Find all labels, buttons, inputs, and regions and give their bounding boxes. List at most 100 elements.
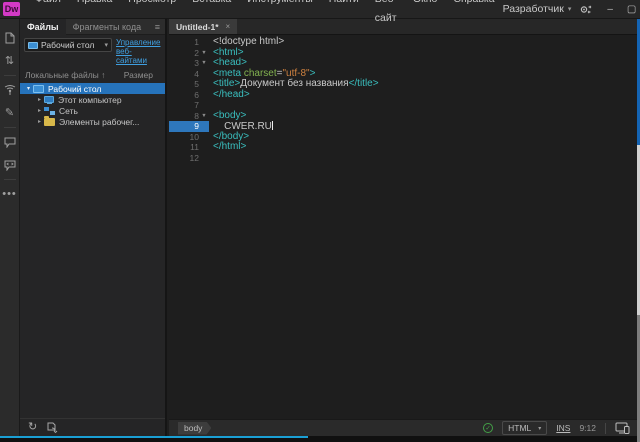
dreamweaver-window: Dw ФайлПравкаПросмотрВставкаИнструментыН… [0,0,640,442]
code-text: </html> [209,142,246,153]
line-gutter: 4 [169,69,209,80]
menu-bar: Dw ФайлПравкаПросмотрВставкаИнструментыН… [0,0,640,19]
line-gutter: 9 [169,121,209,132]
connect-to-server-icon[interactable] [46,422,58,433]
cursor-position: 9:12 [579,423,596,433]
dreamweaver-logo: Dw [3,2,20,16]
open-documents-icon[interactable] [5,32,15,44]
files-panel-bottom-toolbar: ↻ [20,418,165,436]
line-number: 5 [169,79,199,90]
menu-item-6[interactable]: Найти [321,0,367,28]
code-text: <body> [209,111,246,122]
site-selector-dropdown[interactable]: Рабочий стол ▾ [24,38,112,52]
tag-selector[interactable]: body [178,422,211,435]
code-line[interactable]: 6</head> [169,90,637,101]
manage-sites-link[interactable]: Управление веб-сайтами [116,38,161,65]
chevron-right-icon[interactable]: ▸ [35,107,44,114]
tree-item[interactable]: ▸ Этот компьютер [20,94,165,105]
chevron-down-icon: ▾ [104,41,108,49]
live-broadcast-icon[interactable] [4,84,16,96]
workspace-switcher[interactable]: Разработчик ▾ [503,3,572,15]
line-number: 7 [169,100,199,111]
chevron-down-icon: ▾ [538,425,541,432]
comment-icon[interactable] [4,136,16,148]
text-caret [272,121,273,130]
code-line[interactable]: 11</html> [169,142,637,153]
tree-item[interactable]: ▸Сеть [20,105,165,116]
code-editor: Untitled-1* × 1<!doctype html>2▼<html>3▼… [169,19,637,419]
line-gutter: 11 [169,142,209,153]
left-toolbar: ⇅ ✎ ••• [0,19,20,436]
fold-spacer [199,153,209,164]
status-bar-right: ✓ HTML ▾ INS 9:12 [483,421,637,435]
tree-item-label: Рабочий стол [48,84,101,94]
menu-item-2[interactable]: Правка [69,0,120,28]
line-number: 3 [169,58,199,69]
tree-item-label: Этот компьютер [58,95,122,105]
line-gutter: 2▼ [169,48,209,59]
menu-item-8[interactable]: Окно [405,0,445,28]
fold-arrow-icon[interactable]: ▼ [199,58,209,69]
column-size[interactable]: Размер [124,70,159,80]
line-number: 8 [169,111,199,122]
tree-item[interactable]: ▾ Рабочий стол [20,83,165,94]
folder-icon [44,118,55,126]
sync-settings-icon[interactable] [579,4,592,15]
files-panel-toolbar: Рабочий стол ▾ Управление веб-сайтами [20,35,165,67]
doc-type-value: HTML [508,423,531,433]
fold-spacer [199,79,209,90]
line-number: 6 [169,90,199,101]
fold-spacer [199,121,209,132]
column-local-files[interactable]: Локальные файлы ↑ [25,70,105,80]
status-bar: body ✓ HTML ▾ INS 9:12 [169,419,637,436]
refresh-icon[interactable]: ↻ [28,422,37,433]
line-gutter: 7 [169,100,209,111]
menubar-right: Разработчик ▾ – ▢ × [503,0,640,19]
computer-icon [44,96,54,103]
status-divider [605,423,606,434]
line-gutter: 1 [169,37,209,48]
code-text [209,153,213,164]
menu-item-4[interactable]: Вставка [184,0,239,28]
fold-arrow-icon[interactable]: ▼ [199,48,209,59]
menu-item-7[interactable]: Веб-сайт [367,0,405,28]
files-column-headers: Локальные файлы ↑ Размер [20,67,165,82]
insert-mode-indicator[interactable]: INS [556,423,570,433]
chevron-right-icon[interactable]: ▸ [35,96,44,103]
toolbar-divider [4,179,16,180]
fold-spacer [199,37,209,48]
tree-item[interactable]: ▸ Элементы рабочег... [20,116,165,127]
menu-item-5[interactable]: Инструменты [239,0,320,28]
file-management-icon[interactable]: ⇅ [5,55,14,67]
line-number: 9 [169,121,199,132]
files-panel: Файлы Фрагменты кода ≡ Рабочий стол ▾ Уп… [20,19,167,436]
line-number: 10 [169,132,199,143]
desktop-icon [28,42,38,49]
menu-item-1[interactable]: Файл [27,0,69,28]
edit-pencil-icon[interactable]: ✎ [5,107,14,119]
network-icon [44,107,55,115]
chevron-right-icon[interactable]: ▸ [35,118,44,125]
line-number: 2 [169,48,199,59]
line-gutter: 3▼ [169,58,209,69]
code-lines[interactable]: 1<!doctype html>2▼<html>3▼<head>4<meta c… [169,35,637,163]
site-selector-value: Рабочий стол [41,40,101,50]
toolbar-divider [4,127,16,128]
minimize-button[interactable]: – [600,0,620,19]
desktop-icon [33,85,44,93]
sort-up-icon: ↑ [101,70,105,80]
line-gutter: 8▼ [169,111,209,122]
doc-type-dropdown[interactable]: HTML ▾ [502,421,547,435]
maximize-button[interactable]: ▢ [620,0,640,19]
menu-item-3[interactable]: Просмотр [120,0,184,28]
tree-item-label: Элементы рабочег... [59,117,139,127]
code-line[interactable]: 8▼<body> [169,111,637,122]
line-gutter: 10 [169,132,209,143]
menu-item-9[interactable]: Справка [445,0,502,28]
code-line[interactable]: 12 [169,153,637,164]
chevron-down-icon[interactable]: ▾ [24,85,33,92]
fold-arrow-icon[interactable]: ▼ [199,111,209,122]
code-comment-icon[interactable] [4,159,16,171]
more-options-icon[interactable]: ••• [2,188,17,200]
realtime-preview-icon[interactable] [615,422,630,434]
